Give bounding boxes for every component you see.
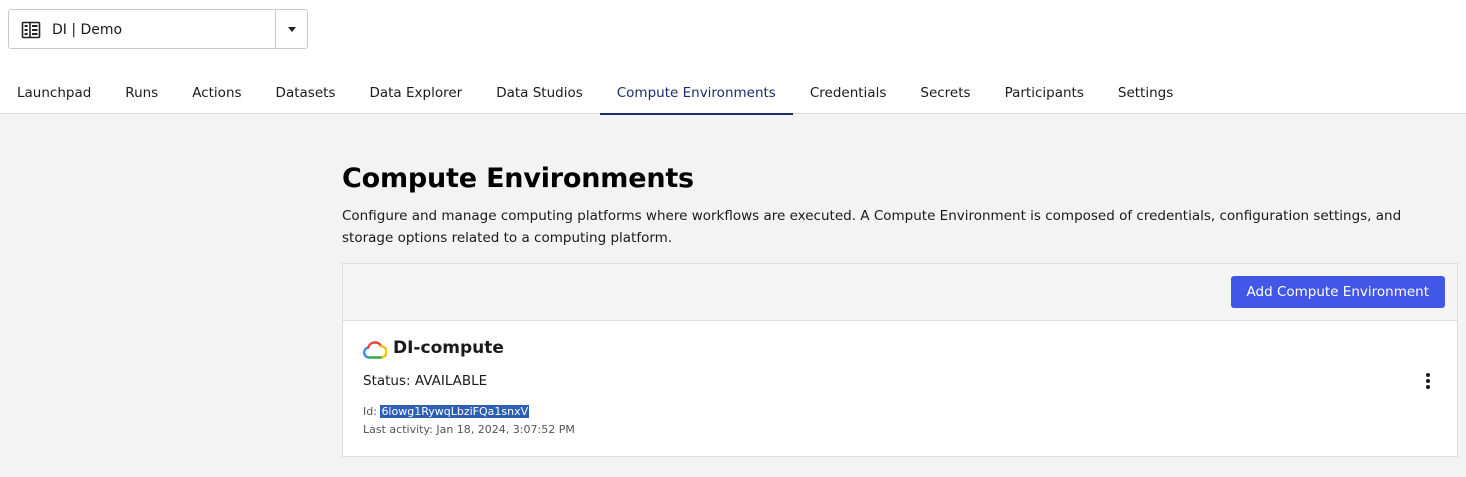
workspace-label: DI | Demo: [52, 22, 123, 38]
compute-environment-item[interactable]: DI-compute Status: AVAILABLE Id: 6lowg1R…: [343, 321, 1457, 456]
add-compute-environment-button[interactable]: Add Compute Environment: [1230, 276, 1445, 308]
compute-environment-name[interactable]: DI-compute: [393, 338, 504, 358]
top-navigation-bar: DI | Demo Launchpad Runs Actions Dataset…: [0, 0, 1466, 115]
tab-launchpad[interactable]: Launchpad: [0, 72, 108, 114]
google-cloud-icon: [363, 341, 387, 359]
more-options-icon[interactable]: [1421, 371, 1435, 391]
tab-participants[interactable]: Participants: [988, 72, 1101, 114]
workspace-building-icon: [21, 21, 41, 39]
page-description: Configure and manage computing platforms…: [342, 208, 1402, 246]
tab-credentials[interactable]: Credentials: [793, 72, 904, 114]
tab-data-explorer[interactable]: Data Explorer: [352, 72, 479, 114]
tab-compute-environments[interactable]: Compute Environments: [599, 72, 793, 115]
workspace-dropdown-button[interactable]: [276, 10, 308, 48]
last-activity: Last activity: Jan 18, 2024, 3:07:52 PM: [363, 423, 575, 436]
tab-datasets[interactable]: Datasets: [259, 72, 353, 114]
tab-settings[interactable]: Settings: [1101, 72, 1190, 114]
tab-runs[interactable]: Runs: [108, 72, 175, 114]
id-label: Id:: [363, 405, 377, 418]
compute-environments-panel: Add Compute Environment DI-compute Statu…: [342, 263, 1458, 457]
tab-secrets[interactable]: Secrets: [903, 72, 987, 114]
caret-down-icon: [288, 26, 296, 32]
compute-environment-status: Status: AVAILABLE: [363, 373, 488, 389]
workspace-selector[interactable]: DI | Demo: [8, 9, 308, 49]
tab-data-studios[interactable]: Data Studios: [479, 72, 600, 114]
section-tabs: Launchpad Runs Actions Datasets Data Exp…: [0, 72, 1190, 115]
page-title: Compute Environments: [342, 163, 694, 194]
compute-environment-id: Id: 6lowg1RywqLbziFQa1snxV: [363, 405, 530, 418]
tab-actions[interactable]: Actions: [175, 72, 258, 114]
id-value[interactable]: 6lowg1RywqLbziFQa1snxV: [380, 405, 530, 418]
panel-header: Add Compute Environment: [343, 264, 1457, 321]
